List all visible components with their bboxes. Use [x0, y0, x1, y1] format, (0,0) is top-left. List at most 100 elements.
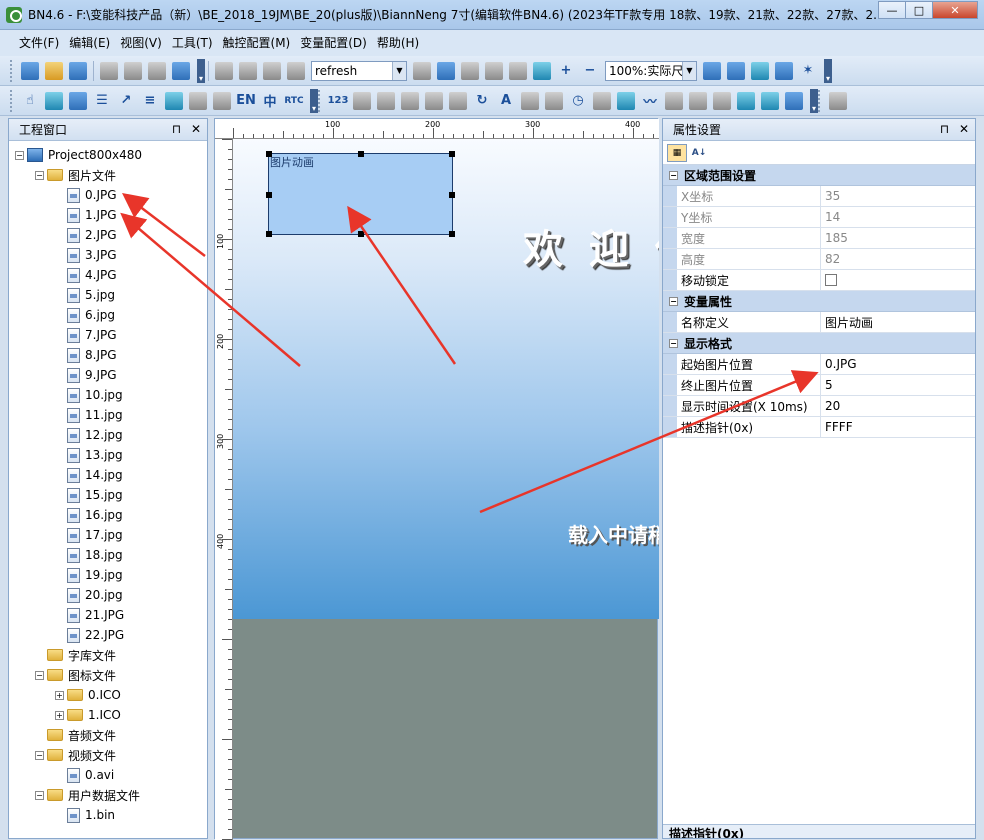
tree-item-image-file[interactable]: 6.jpg: [55, 305, 115, 325]
edit-icon[interactable]: [213, 91, 231, 110]
tree-item-image-file[interactable]: 11.jpg: [55, 405, 123, 425]
font-icon[interactable]: A: [497, 92, 515, 110]
image-icon[interactable]: [545, 91, 563, 110]
property-value[interactable]: 5: [821, 375, 975, 395]
equalizer-icon[interactable]: ≡: [141, 92, 159, 110]
tree-item-image-file[interactable]: 3.JPG: [55, 245, 117, 265]
toolbar-overflow-icon[interactable]: ▾: [824, 58, 832, 83]
property-row[interactable]: 描述指针(0x) FFFF: [663, 417, 975, 438]
menu-touch-config[interactable]: 触控配置(M): [218, 30, 296, 56]
property-value[interactable]: FFFF: [821, 417, 975, 437]
tree-item-image-file[interactable]: 2.JPG: [55, 225, 117, 245]
pin-icon[interactable]: ⊓: [940, 122, 949, 136]
close-icon[interactable]: ✕: [191, 122, 201, 136]
tree-item-image-file[interactable]: 19.jpg: [55, 565, 123, 585]
page-icon[interactable]: [263, 61, 281, 80]
tree-item-image-file[interactable]: 8.JPG: [55, 345, 117, 365]
menu-file[interactable]: 文件(F): [14, 30, 64, 56]
property-value[interactable]: [821, 270, 975, 290]
calculator-icon[interactable]: [703, 61, 721, 80]
qr-code-icon[interactable]: [713, 91, 731, 110]
tree-item-image-file[interactable]: 1.JPG: [55, 205, 117, 225]
undo-icon[interactable]: [172, 61, 190, 80]
toolbar-overflow-icon[interactable]: ▾: [197, 58, 205, 83]
cut-icon[interactable]: [100, 61, 118, 80]
pointer-icon[interactable]: ☝: [21, 92, 39, 110]
tree-item-image-file[interactable]: 22.JPG: [55, 625, 124, 645]
collapse-icon[interactable]: −: [35, 750, 44, 760]
color-picker-icon[interactable]: [533, 61, 551, 80]
toggle-icon[interactable]: [785, 91, 803, 110]
keyboard-icon[interactable]: [437, 61, 455, 80]
property-value[interactable]: 图片动画: [821, 312, 975, 332]
text-input-icon[interactable]: [377, 91, 395, 110]
property-row[interactable]: 终止图片位置 5: [663, 375, 975, 396]
menu-tools[interactable]: 工具(T): [167, 30, 218, 56]
download-icon[interactable]: [287, 61, 305, 80]
property-row[interactable]: X坐标 35: [663, 186, 975, 207]
tree-item-image-file[interactable]: 5.jpg: [55, 285, 115, 305]
tree-item-image-file[interactable]: 14.jpg: [55, 465, 123, 485]
toolbar-grip[interactable]: [818, 89, 822, 112]
touch-area-icon[interactable]: [45, 91, 63, 110]
move-lock-checkbox[interactable]: [825, 274, 837, 286]
tree-item-video-folder[interactable]: − 视频文件: [35, 745, 116, 765]
resize-handle[interactable]: [358, 231, 364, 237]
clock-icon[interactable]: ◷: [569, 92, 587, 110]
tree-item-font-folder[interactable]: 字库文件: [35, 645, 116, 665]
tree-item-userdata-file[interactable]: 1.bin: [55, 805, 115, 825]
menu-list-icon[interactable]: [689, 91, 707, 110]
resize-handle[interactable]: [449, 151, 455, 157]
tree-item-images-folder[interactable]: − 图片文件: [35, 165, 116, 185]
property-row[interactable]: 显示时间设置(X 10ms) 20: [663, 396, 975, 417]
property-value[interactable]: 0.JPG: [821, 354, 975, 374]
property-row[interactable]: 宽度 185: [663, 228, 975, 249]
gauge-icon[interactable]: [165, 91, 183, 110]
collapse-icon[interactable]: −: [669, 338, 678, 348]
info-icon[interactable]: [665, 91, 683, 110]
tree-item-image-file[interactable]: 21.JPG: [55, 605, 124, 625]
chinese-input-icon[interactable]: 中: [261, 92, 279, 110]
find-icon[interactable]: [413, 61, 431, 80]
tree-item-image-file[interactable]: 4.JPG: [55, 265, 117, 285]
button-widget-icon[interactable]: [69, 91, 87, 110]
chevron-down-icon[interactable]: ▼: [682, 61, 696, 80]
tree-item-image-file[interactable]: 16.jpg: [55, 505, 123, 525]
property-row[interactable]: 起始图片位置 0.JPG: [663, 354, 975, 375]
new-project-icon[interactable]: [21, 61, 39, 80]
toolbar-overflow-icon[interactable]: ▾: [810, 88, 818, 113]
zoom-in-icon[interactable]: +: [557, 62, 575, 80]
tree-item-image-file[interactable]: 12.jpg: [55, 425, 123, 445]
property-group-header[interactable]: − 显示格式: [663, 333, 975, 354]
progress-icon[interactable]: [449, 91, 467, 110]
grid-icon[interactable]: [239, 61, 257, 80]
video-icon[interactable]: [737, 91, 755, 110]
align-icon[interactable]: [829, 91, 847, 110]
animation-icon[interactable]: [617, 91, 635, 110]
expand-icon[interactable]: +: [55, 710, 64, 720]
collapse-icon[interactable]: −: [35, 670, 44, 680]
collapse-icon[interactable]: −: [15, 150, 24, 160]
list-icon[interactable]: ☰: [93, 92, 111, 110]
text-display-icon[interactable]: [353, 91, 371, 110]
screen-canvas[interactable]: 欢 迎 使 载入中请稍 图片动画: [233, 139, 659, 619]
menu-view[interactable]: 视图(V): [115, 30, 167, 56]
tree-item-image-file[interactable]: 20.jpg: [55, 585, 123, 605]
chart-icon[interactable]: [425, 91, 443, 110]
rotate-icon[interactable]: ↻: [473, 92, 491, 110]
resize-handle[interactable]: [266, 192, 272, 198]
property-row[interactable]: 移动锁定: [663, 270, 975, 291]
register-icon[interactable]: [593, 91, 611, 110]
copy-icon[interactable]: [124, 61, 142, 80]
close-button[interactable]: ✕: [932, 1, 978, 19]
minimize-button[interactable]: —: [878, 1, 906, 19]
zoom-icon[interactable]: [509, 61, 527, 80]
english-input-icon[interactable]: EN: [236, 92, 256, 110]
fullscreen-icon[interactable]: [775, 61, 793, 80]
tree-item-userdata-folder[interactable]: − 用户数据文件: [35, 785, 140, 805]
magic-wand-icon[interactable]: ✶: [799, 62, 817, 80]
tree-item-icon-folder[interactable]: − 图标文件: [35, 665, 116, 685]
image-animation-widget[interactable]: 图片动画: [266, 151, 455, 237]
tree-item-image-file[interactable]: 9.JPG: [55, 365, 117, 385]
pin-icon[interactable]: ⊓: [172, 122, 181, 136]
